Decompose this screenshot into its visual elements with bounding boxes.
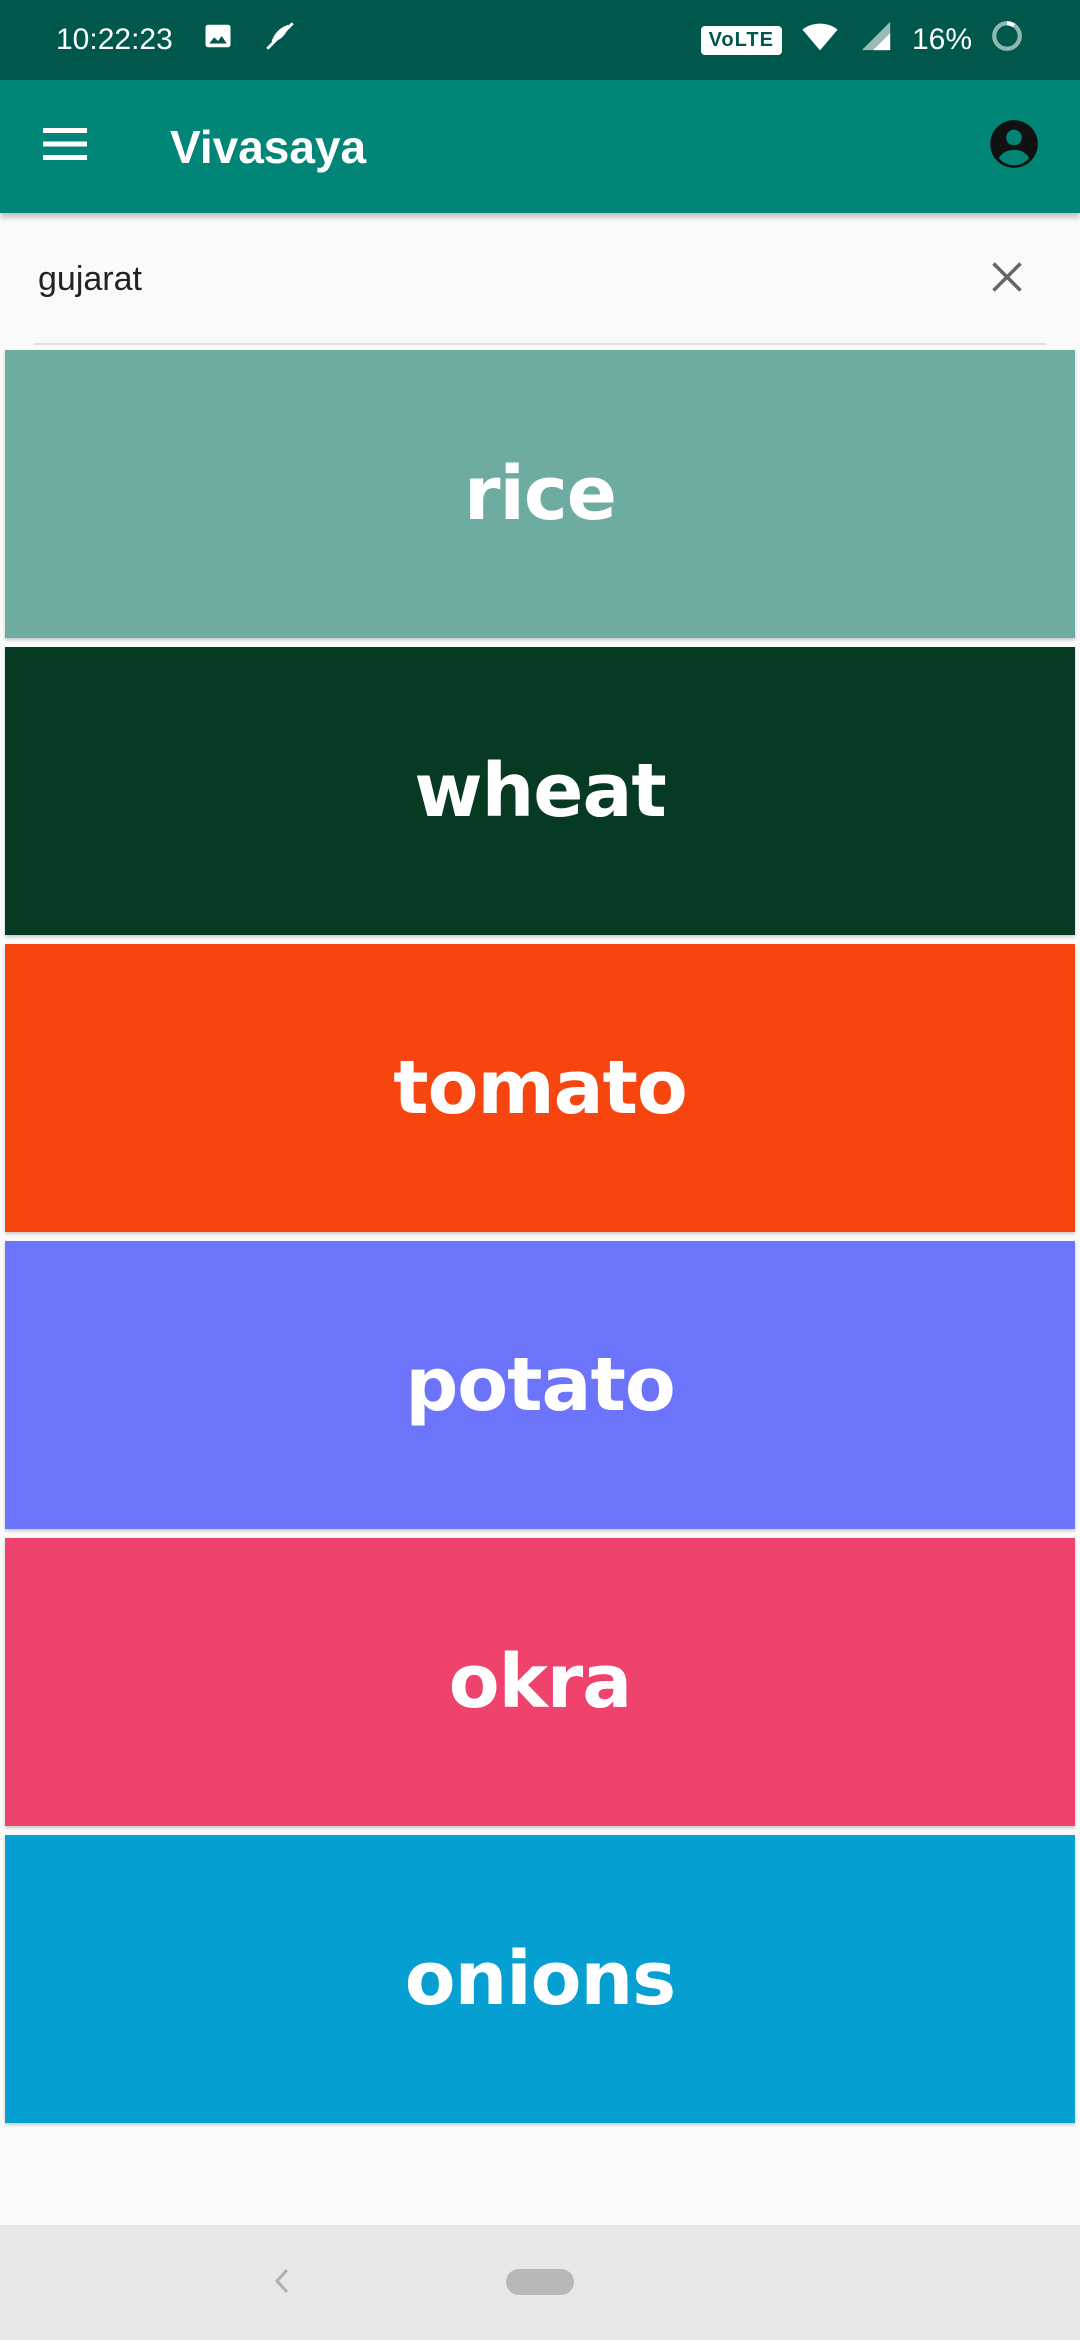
back-button[interactable] <box>262 2258 302 2308</box>
close-icon <box>989 259 1025 300</box>
battery-icon <box>990 19 1024 61</box>
wifi-icon <box>800 20 840 60</box>
chevron-left-icon <box>272 2266 292 2301</box>
menu-button[interactable] <box>10 80 120 213</box>
crop-card-rice[interactable]: rice <box>5 350 1075 638</box>
crop-list: rice wheat tomato potato okra onions <box>5 350 1075 2132</box>
battery-percent: 16% <box>911 23 972 56</box>
volte-badge: VoLTE <box>700 25 782 55</box>
status-left: 10:22:23 <box>56 19 297 61</box>
crop-label: tomato <box>393 1045 687 1131</box>
system-nav-bar <box>0 2225 1080 2340</box>
search-divider <box>34 343 1046 345</box>
search-bar <box>0 213 1080 345</box>
crop-label: onions <box>404 1936 676 2022</box>
account-button[interactable] <box>974 107 1054 187</box>
search-input[interactable] <box>38 244 918 314</box>
status-bar: 10:22:23 VoLTE 16% <box>0 0 1080 80</box>
clear-search-button[interactable] <box>972 244 1042 314</box>
image-icon <box>203 21 233 59</box>
crop-card-potato[interactable]: potato <box>5 1241 1075 1529</box>
hamburger-menu-icon <box>41 126 89 167</box>
crop-card-tomato[interactable]: tomato <box>5 944 1075 1232</box>
status-right: VoLTE 16% <box>700 19 1024 61</box>
app-bar: Vivasaya <box>0 80 1080 213</box>
crop-card-okra[interactable]: okra <box>5 1538 1075 1826</box>
signal-icon <box>858 19 894 61</box>
status-time: 10:22:23 <box>56 23 173 56</box>
home-button[interactable] <box>506 2269 574 2295</box>
crop-label: potato <box>405 1342 675 1428</box>
crop-card-wheat[interactable]: wheat <box>5 647 1075 935</box>
crop-card-onions[interactable]: onions <box>5 1835 1075 2123</box>
crop-label: rice <box>464 451 617 537</box>
mute-icon <box>263 19 297 61</box>
crop-label: okra <box>448 1639 632 1725</box>
crop-label: wheat <box>414 748 667 834</box>
app-title: Vivasaya <box>170 120 367 173</box>
account-circle-icon <box>988 118 1040 175</box>
